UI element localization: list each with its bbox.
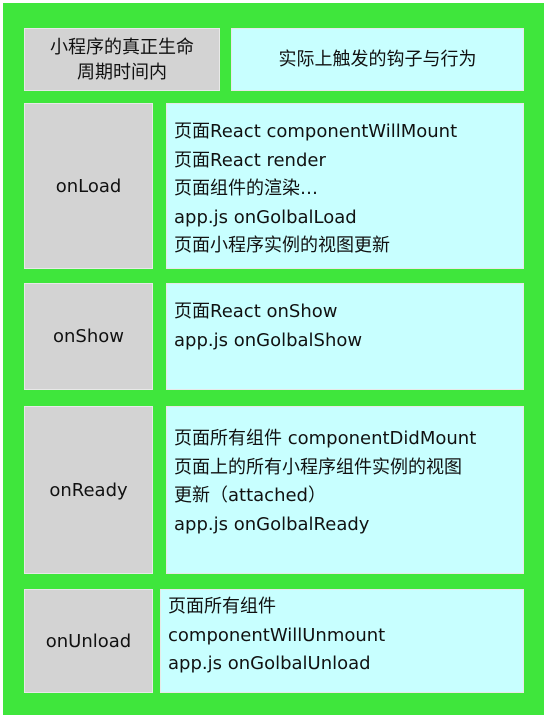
behavior-line: 更新（attached） — [174, 485, 326, 506]
header-left-line: 周期时间内 — [77, 61, 167, 83]
header-left-cell: 小程序的真正生命 周期时间内 — [24, 28, 220, 91]
behavior-line: app.js onGolbalLoad — [174, 206, 357, 228]
behavior-cell-onready: 页面所有组件 componentDidMount 页面上的所有小程序组件实例的视… — [166, 406, 524, 574]
behavior-line: 页面所有组件 componentDidMount — [174, 428, 477, 449]
header-right-cell: 实际上触发的钩子与行为 — [231, 28, 524, 91]
behavior-cell-onload: 页面React componentWillMount 页面React rende… — [166, 103, 524, 269]
behavior-line: 页面React render — [174, 149, 326, 171]
diagram-frame: 小程序的真正生命 周期时间内 实际上触发的钩子与行为 onLoad 页面Reac… — [3, 3, 544, 715]
behavior-line: app.js onGolbalUnload — [168, 653, 371, 674]
header-left-text: 小程序的真正生命 周期时间内 — [50, 35, 194, 85]
behavior-line: 页面React componentWillMount — [174, 121, 458, 142]
hook-label: onReady — [49, 479, 128, 501]
behavior-line: 页面上的所有小程序组件实例的视图 — [174, 456, 462, 478]
behavior-line: 页面小程序实例的视图更新 — [174, 235, 390, 256]
behavior-line: app.js onGolbalShow — [174, 329, 363, 351]
header-right-text: 实际上触发的钩子与行为 — [278, 49, 477, 70]
behavior-line: app.js onGolbalReady — [174, 513, 370, 535]
hook-label: onLoad — [55, 175, 122, 197]
behavior-line: 页面组件的渲染… — [174, 178, 318, 199]
hook-cell-onunload: onUnload — [24, 589, 153, 693]
behavior-line: 页面所有组件 — [168, 596, 276, 617]
behavior-cell-onshow: 页面React onShow app.js onGolbalShow — [166, 283, 524, 390]
hook-label: onUnload — [45, 630, 132, 652]
behavior-cell-onunload: 页面所有组件 componentWillUnmount app.js onGol… — [160, 589, 524, 693]
hook-label: onShow — [53, 326, 124, 347]
header-left-line: 小程序的真正生命 — [50, 36, 194, 58]
hook-cell-onshow: onShow — [24, 283, 153, 390]
hook-cell-onready: onReady — [24, 406, 153, 574]
hook-cell-onload: onLoad — [24, 103, 153, 269]
behavior-line: 页面React onShow — [174, 301, 338, 322]
behavior-line: componentWillUnmount — [168, 624, 386, 646]
